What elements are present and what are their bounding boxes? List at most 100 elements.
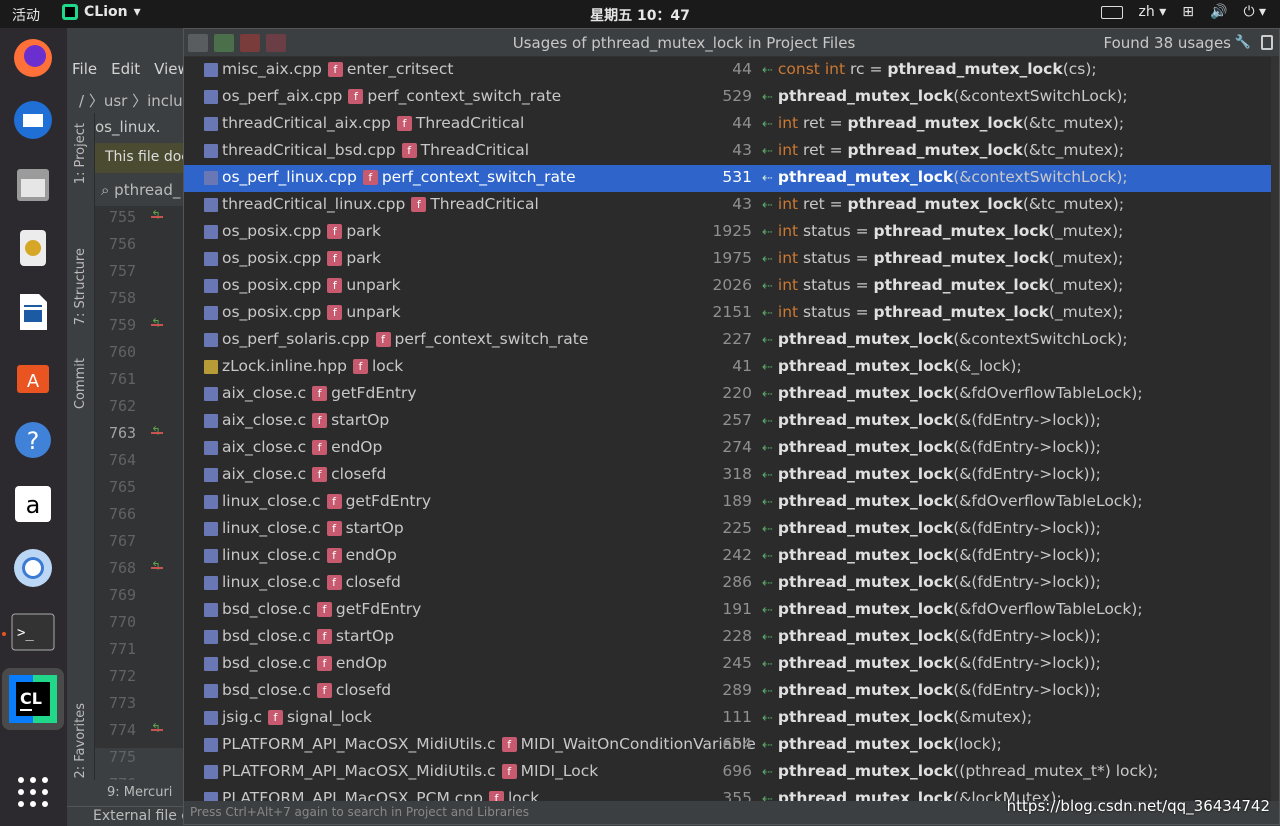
- code-prefix: status =: [798, 276, 874, 294]
- network-icon[interactable]: ⊞: [1182, 4, 1194, 20]
- svg-text:>_: >_: [17, 625, 34, 641]
- usage-row[interactable]: os_perf_solaris.cpp f perf_context_switch_…: [184, 327, 1279, 354]
- usage-row[interactable]: bsd_close.c f startOp 228 ⇠ pthread_mutex_loc…: [184, 624, 1279, 651]
- clock[interactable]: 星期五 10：47: [0, 5, 1280, 25]
- code-prefix: status =: [798, 222, 874, 240]
- function-icon: f: [316, 656, 332, 671]
- source-file-icon: [204, 90, 218, 104]
- usage-row[interactable]: aix_close.c f endOp 274 ⇠ pthread_mutex_lock(…: [184, 435, 1279, 462]
- code-keyword: const int: [777, 60, 846, 78]
- favorites-tool-tab[interactable]: 2: Favorites: [73, 703, 88, 779]
- code-prefix: status =: [798, 249, 874, 267]
- usage-row[interactable]: bsd_close.c f getFdEntry 191 ⇠ pthread_mutex_…: [184, 597, 1279, 624]
- clion-icon[interactable]: CL: [2, 668, 64, 730]
- mercurial-tool-tab[interactable]: 9: Mercuri: [107, 785, 172, 800]
- svg-text:A: A: [27, 371, 40, 392]
- editor-tab[interactable]: os_linux.: [95, 118, 161, 136]
- usage-arrow-icon: ⇠: [762, 495, 773, 510]
- usage-row[interactable]: os_posix.cpp f park 1925 ⇠ int status = pthre…: [184, 219, 1279, 246]
- file-name: zLock.inline.hpp: [222, 357, 347, 375]
- function-icon: f: [401, 143, 417, 158]
- code-call: pthread_mutex_lock: [873, 249, 1049, 267]
- usage-row[interactable]: threadCritical_bsd.cpp f ThreadCritical 43 ⇠…: [184, 138, 1279, 165]
- menu-bar: File Edit View: [72, 60, 190, 78]
- usage-row[interactable]: os_perf_aix.cpp f perf_context_switch_rate…: [184, 84, 1279, 111]
- rhythmbox-icon[interactable]: [9, 224, 57, 272]
- help-icon[interactable]: ?: [9, 416, 57, 464]
- source-file-icon: [204, 333, 218, 347]
- line-number: 220: [722, 384, 752, 402]
- pin-icon[interactable]: [1261, 35, 1273, 50]
- code-args: ((pthread_mutex_t*) lock);: [953, 762, 1159, 780]
- terminal-icon[interactable]: >_: [9, 608, 57, 656]
- usage-arrow-icon: ⇠: [762, 414, 773, 429]
- firefox-icon[interactable]: [9, 34, 57, 82]
- usage-arrow-icon: ⇠: [762, 198, 773, 213]
- scrollbar[interactable]: [1271, 57, 1279, 802]
- usage-row[interactable]: os_posix.cpp f unpark 2151 ⇠ int status = pth…: [184, 300, 1279, 327]
- usage-arrow-icon: ⇠: [762, 684, 773, 699]
- usage-row[interactable]: linux_close.c f getFdEntry 189 ⇠ pthread_mute…: [184, 489, 1279, 516]
- override-marker-icon[interactable]: ↰: [151, 208, 164, 222]
- override-marker-icon[interactable]: ↰: [151, 559, 164, 573]
- usage-row[interactable]: PLATFORM_API_MacOSX_MidiUtils.c f MIDI_Wai…: [184, 732, 1279, 759]
- breadcrumb[interactable]: / 〉usr 〉includ: [79, 90, 192, 111]
- power-icon[interactable]: ⏻ ▾: [1243, 4, 1266, 20]
- usage-arrow-icon: ⇠: [762, 387, 773, 402]
- show-apps-icon[interactable]: [9, 768, 57, 816]
- code-args: (&(fdEntry->lock));: [953, 411, 1101, 429]
- function-icon: f: [312, 467, 328, 482]
- volume-icon[interactable]: 🔊: [1210, 4, 1227, 20]
- usage-row[interactable]: bsd_close.c f endOp 245 ⇠ pthread_mutex_lock(…: [184, 651, 1279, 678]
- line-number: 762: [109, 397, 137, 415]
- line-number: 1975: [712, 249, 752, 267]
- usage-row[interactable]: linux_close.c f startOp 225 ⇠ pthread_mutex_l…: [184, 516, 1279, 543]
- code-call: pthread_mutex_lock: [777, 168, 954, 186]
- line-number: 2026: [712, 276, 752, 294]
- usage-row[interactable]: threadCritical_aix.cpp f ThreadCritical 44 ⇠…: [184, 111, 1279, 138]
- function-name: closefd: [331, 465, 387, 483]
- source-file-icon: [204, 738, 218, 752]
- usage-row[interactable]: aix_close.c f closefd 318 ⇠ pthread_mutex_loc…: [184, 462, 1279, 489]
- code-snippet: ⇠ int status = pthread_mutex_lock(_mutex)…: [762, 249, 1123, 267]
- override-marker-icon[interactable]: ↰: [151, 424, 164, 438]
- usage-location: PLATFORM_API_MacOSX_MidiUtils.c f MIDI_Loc…: [222, 762, 598, 780]
- software-icon[interactable]: A: [9, 352, 57, 400]
- code-args: (&(fdEntry->lock));: [953, 681, 1101, 699]
- usage-row[interactable]: threadCritical_linux.cpp f ThreadCritical 4…: [184, 192, 1279, 219]
- usage-location: os_posix.cpp f park: [222, 249, 381, 267]
- code-args: (&(fdEntry->lock));: [953, 546, 1101, 564]
- usage-row[interactable]: jsig.c f signal_lock 111 ⇠ pthread_mutex_lock…: [184, 705, 1279, 732]
- usage-row[interactable]: aix_close.c f getFdEntry 220 ⇠ pthread_mutex_…: [184, 381, 1279, 408]
- usage-row[interactable]: bsd_close.c f closefd 289 ⇠ pthread_mutex_loc…: [184, 678, 1279, 705]
- amazon-icon[interactable]: a: [9, 480, 57, 528]
- project-tool-tab[interactable]: 1: Project: [73, 123, 88, 184]
- files-icon[interactable]: [9, 160, 57, 208]
- structure-tool-tab[interactable]: 7: Structure: [73, 248, 88, 325]
- usage-row[interactable]: os_posix.cpp f unpark 2026 ⇠ int status = pth…: [184, 273, 1279, 300]
- override-marker-icon[interactable]: ↰: [151, 721, 164, 735]
- usage-location: os_perf_solaris.cpp f perf_context_switch_…: [222, 330, 588, 348]
- language-indicator[interactable]: zh ▾: [1139, 4, 1167, 20]
- usage-row[interactable]: PLATFORM_API_MacOSX_MidiUtils.c f MIDI_Loc…: [184, 759, 1279, 786]
- writer-icon[interactable]: [9, 288, 57, 336]
- usage-location: os_posix.cpp f unpark: [222, 276, 401, 294]
- menu-file[interactable]: File: [72, 60, 97, 78]
- usage-row[interactable]: os_perf_linux.cpp f perf_context_switch_ra…: [184, 165, 1279, 192]
- settings-wrench-icon[interactable]: 🔧: [1235, 35, 1251, 50]
- chromium-icon[interactable]: [9, 544, 57, 592]
- menu-edit[interactable]: Edit: [111, 60, 140, 78]
- source-file-icon: [204, 117, 218, 131]
- source-file-icon: [204, 171, 218, 185]
- function-icon: f: [501, 764, 517, 779]
- override-marker-icon[interactable]: ↰: [151, 316, 164, 330]
- usage-row[interactable]: os_posix.cpp f park 1975 ⇠ int status = pthre…: [184, 246, 1279, 273]
- keyboard-icon[interactable]: [1100, 5, 1123, 19]
- usage-row[interactable]: zLock.inline.hpp f lock 41 ⇠ pthread_mutex_lo…: [184, 354, 1279, 381]
- usage-row[interactable]: aix_close.c f startOp 257 ⇠ pthread_mutex_loc…: [184, 408, 1279, 435]
- usage-row[interactable]: misc_aix.cpp f enter_critsect 44 ⇠ const int …: [184, 57, 1279, 84]
- usage-row[interactable]: linux_close.c f closefd 286 ⇠ pthread_mutex_l…: [184, 570, 1279, 597]
- thunderbird-icon[interactable]: [9, 96, 57, 144]
- commit-tool-tab[interactable]: Commit: [73, 358, 88, 409]
- usage-row[interactable]: linux_close.c f endOp 242 ⇠ pthread_mutex_loc…: [184, 543, 1279, 570]
